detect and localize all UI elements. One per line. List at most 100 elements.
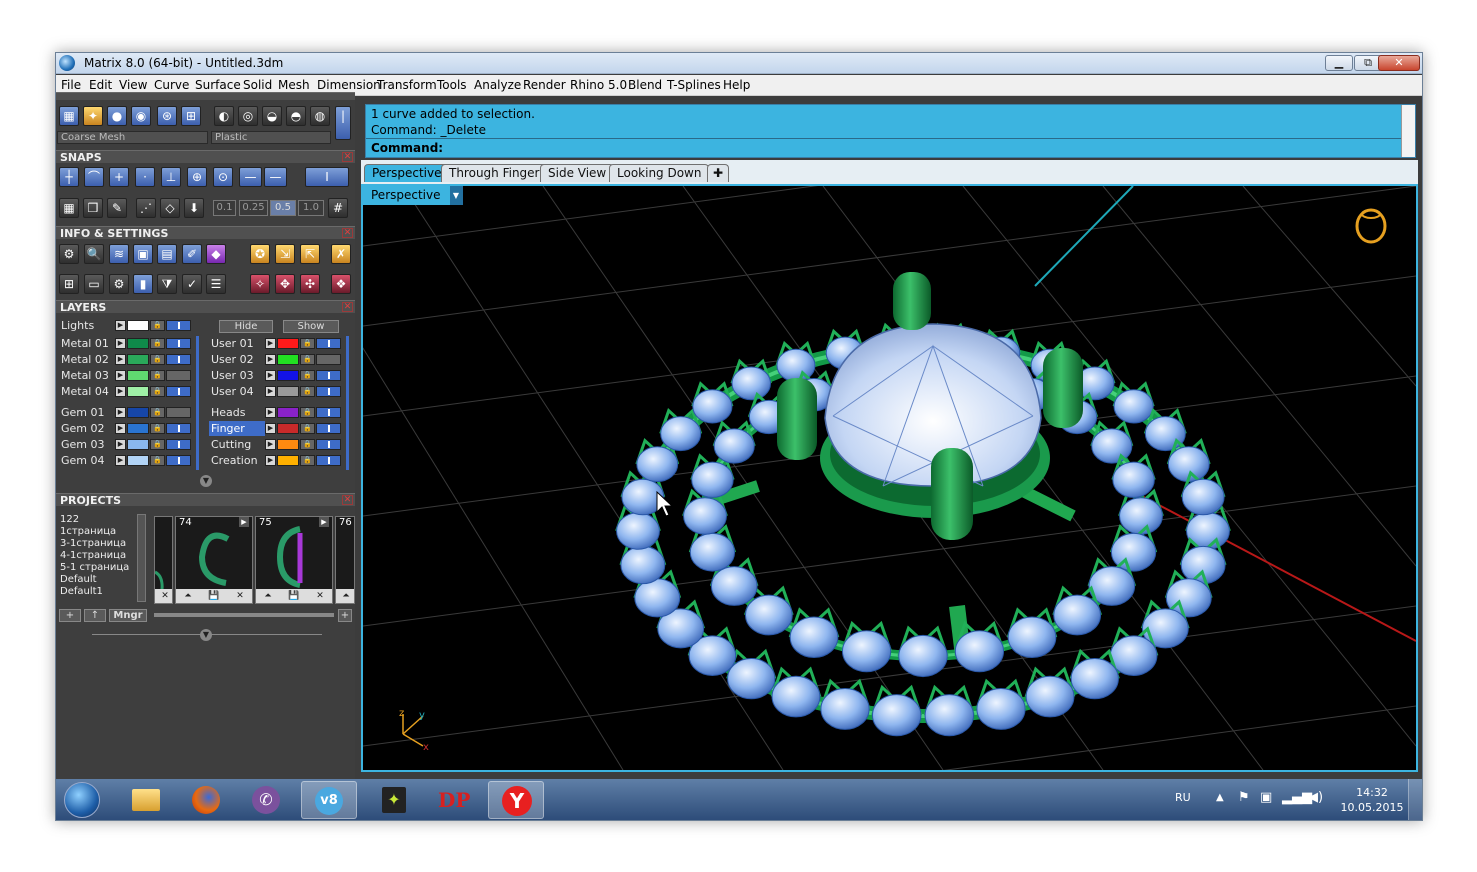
layer-arrow-icon[interactable]: ▶: [265, 455, 276, 466]
project-item[interactable]: 122: [57, 514, 147, 526]
layer-row-metal-01[interactable]: Metal 01 ▶ 🔒: [59, 336, 199, 351]
menu-help[interactable]: Help: [723, 78, 750, 92]
project-thumbnail-76[interactable]: 76 ⏶: [335, 516, 355, 604]
layer-row-user-01[interactable]: User 01 ▶ 🔒: [209, 336, 349, 351]
visibility-toggle[interactable]: [166, 386, 191, 397]
projects-scrollbar[interactable]: [137, 514, 146, 602]
project-item[interactable]: 5-1 страница: [57, 562, 147, 574]
render-settings-icon[interactable]: ✪: [250, 244, 270, 264]
power-icon[interactable]: ▣: [1260, 790, 1272, 805]
lock-icon[interactable]: 🔒: [150, 320, 165, 331]
add-thumb-button[interactable]: +: [338, 609, 352, 622]
rendered-mode-icon[interactable]: ◉: [131, 106, 151, 126]
viber-taskbar-item[interactable]: ✆: [238, 781, 294, 819]
layer-arrow-icon[interactable]: ▶: [265, 386, 276, 397]
layer-color-swatch[interactable]: [127, 386, 149, 397]
ring-model[interactable]: [615, 272, 1231, 737]
layer-color-swatch[interactable]: [277, 423, 299, 434]
layer-color-swatch[interactable]: [277, 455, 299, 466]
layer-arrow-icon[interactable]: ▶: [115, 407, 126, 418]
show-desktop-button[interactable]: [1408, 779, 1422, 820]
lock-icon[interactable]: 🔒: [150, 439, 165, 450]
flag-icon[interactable]: ⚑: [1238, 790, 1250, 805]
list-icon[interactable]: ☰: [206, 274, 226, 294]
lock-icon[interactable]: 🔒: [150, 407, 165, 418]
visibility-toggle[interactable]: [166, 338, 191, 349]
menu-dimension[interactable]: Dimension: [317, 78, 381, 92]
snap-perp-icon[interactable]: ⊥: [161, 167, 181, 187]
filter-icon[interactable]: ⧩: [157, 274, 177, 294]
snap-value-1-0[interactable]: 1.0: [298, 200, 324, 216]
project-icon[interactable]: ⬇: [184, 198, 204, 218]
layer-row-creation[interactable]: Creation ▶ 🔒: [209, 453, 349, 468]
lock-icon[interactable]: 🔒: [300, 338, 315, 349]
lock-icon[interactable]: 🔒: [300, 386, 315, 397]
layer-arrow-icon[interactable]: ▶: [265, 354, 276, 365]
snap-value-0-25[interactable]: 0.25: [239, 200, 268, 216]
visibility-toggle[interactable]: [316, 407, 341, 418]
collapse-handle-icon[interactable]: ▼: [200, 475, 212, 487]
visibility-toggle[interactable]: [166, 439, 191, 450]
menu-file[interactable]: File: [61, 78, 81, 92]
layer-arrow-icon[interactable]: ▶: [115, 338, 126, 349]
matrix-app-icon[interactable]: [59, 55, 75, 71]
language-indicator[interactable]: RU: [1175, 791, 1191, 804]
project-item[interactable]: Default: [57, 574, 147, 586]
menu-analyze[interactable]: Analyze: [474, 78, 521, 92]
ghosted-mode-icon[interactable]: ✦: [83, 106, 103, 126]
visibility-toggle[interactable]: [316, 386, 341, 397]
magic-taskbar-item[interactable]: ✦: [366, 781, 422, 819]
project-item[interactable]: 1страница: [57, 526, 147, 538]
layer-row-user-04[interactable]: User 04 ▶ 🔒: [209, 384, 349, 399]
menu-tools[interactable]: Tools: [437, 78, 467, 92]
tab-looking-down[interactable]: Looking Down: [609, 164, 710, 182]
add-project-button[interactable]: +: [59, 609, 81, 622]
menu-curve[interactable]: Curve: [154, 78, 189, 92]
layer-color-swatch[interactable]: [127, 354, 149, 365]
layer-arrow-icon[interactable]: ▶: [265, 423, 276, 434]
zoom-icon[interactable]: 🔍: [84, 244, 104, 264]
gem-rotate-icon[interactable]: ✧: [250, 274, 270, 294]
layer-arrow-icon[interactable]: ▶: [115, 455, 126, 466]
visibility-toggle[interactable]: [316, 338, 341, 349]
lock-icon[interactable]: 🔒: [300, 439, 315, 450]
lock-icon[interactable]: 🔒: [300, 423, 315, 434]
tray-expand-icon[interactable]: ▲: [1216, 792, 1224, 803]
box-snap-icon[interactable]: ❒: [83, 198, 103, 218]
layer-row-gem-01[interactable]: Gem 01 ▶ 🔒: [59, 405, 199, 420]
layer-arrow-icon[interactable]: ▶: [265, 407, 276, 418]
layer-color-swatch[interactable]: [277, 439, 299, 450]
pen-snap-icon[interactable]: ✎: [107, 198, 127, 218]
layer-color-swatch[interactable]: [277, 354, 299, 365]
layer-arrow-icon[interactable]: ▶: [115, 423, 126, 434]
menu-render[interactable]: Render: [523, 78, 566, 92]
layer-color-swatch[interactable]: [127, 455, 149, 466]
delete-red-icon[interactable]: ✗: [331, 244, 351, 264]
menu-solid[interactable]: Solid: [243, 78, 272, 92]
lock-icon[interactable]: 🔒: [300, 370, 315, 381]
menu-mesh[interactable]: Mesh: [278, 78, 310, 92]
chevron-down-icon[interactable]: ▼: [449, 186, 463, 205]
visibility-toggle[interactable]: [166, 423, 191, 434]
layer-arrow-icon[interactable]: ▶: [265, 439, 276, 450]
tab-perspective[interactable]: Perspective: [364, 164, 450, 182]
firefox-taskbar-item[interactable]: [178, 781, 234, 819]
clock[interactable]: 14:32 10.05.2015: [1332, 785, 1412, 815]
check-icon[interactable]: ✓: [182, 274, 202, 294]
layer-arrow-icon[interactable]: ▶: [115, 354, 126, 365]
explorer-taskbar-item[interactable]: [118, 781, 174, 819]
settings-icon[interactable]: ⚙: [59, 244, 79, 264]
display-toggle-bar[interactable]: |: [335, 106, 351, 140]
snap-mid-icon[interactable]: ·: [135, 167, 155, 187]
menu-tsplines[interactable]: T-Splines: [667, 78, 721, 92]
layers-stack-icon[interactable]: ≋: [109, 244, 129, 264]
gem-move-icon[interactable]: ✥: [275, 274, 295, 294]
snap-point-icon[interactable]: +: [109, 167, 129, 187]
layer-color-swatch[interactable]: [127, 439, 149, 450]
layer-arrow-icon[interactable]: ▶: [115, 386, 126, 397]
layer-color-swatch[interactable]: [127, 423, 149, 434]
monitor-icon[interactable]: ▭: [84, 274, 104, 294]
menu-edit[interactable]: Edit: [89, 78, 112, 92]
environment-icon[interactable]: ⊛: [157, 106, 177, 126]
visibility-toggle[interactable]: [166, 370, 191, 381]
